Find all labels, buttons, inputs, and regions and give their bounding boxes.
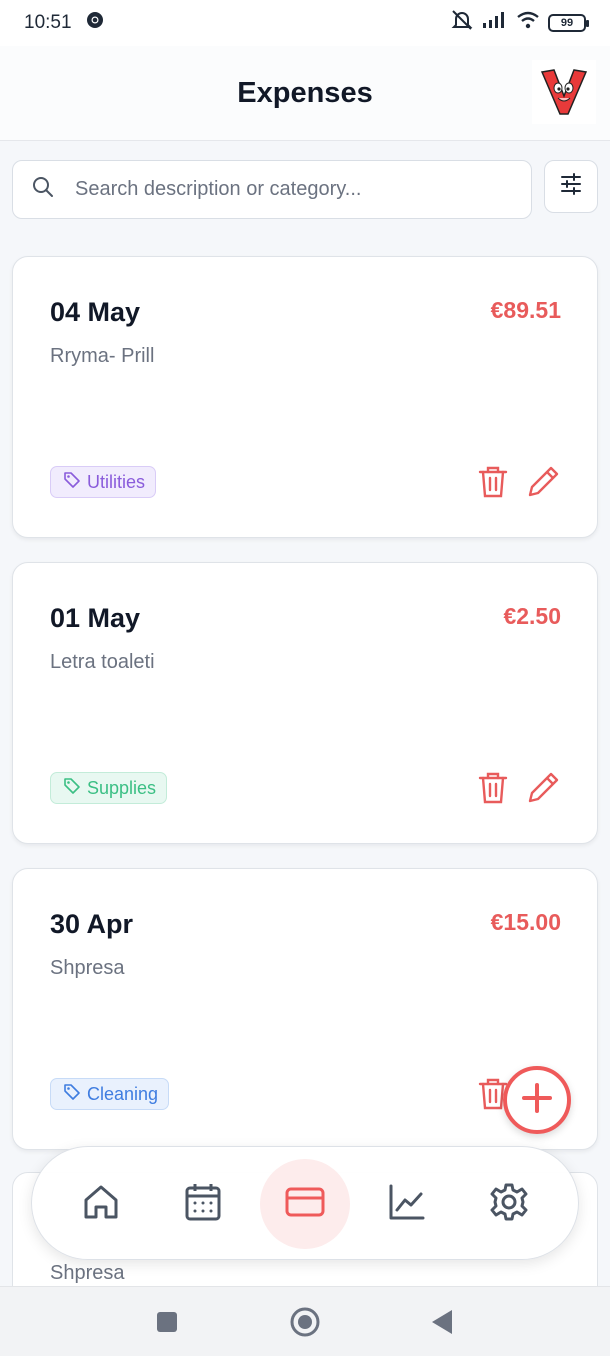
expense-description: Shpresa xyxy=(50,957,125,979)
card-icon xyxy=(285,1187,325,1222)
chart-icon xyxy=(388,1183,426,1226)
category-label: Utilities xyxy=(87,471,146,492)
nav-expenses[interactable] xyxy=(260,1159,350,1249)
mute-icon xyxy=(450,9,474,37)
pencil-icon[interactable] xyxy=(525,464,561,500)
search-box[interactable] xyxy=(12,160,532,219)
trash-icon[interactable] xyxy=(475,464,511,500)
tag-icon xyxy=(63,471,81,494)
expense-card[interactable]: 01 May Letra toaleti €2.50 Supplies xyxy=(12,562,598,844)
home-icon xyxy=(82,1183,120,1226)
plus-icon xyxy=(520,1081,554,1120)
tag-icon xyxy=(63,1083,81,1106)
tag-icon xyxy=(63,777,81,800)
trash-icon[interactable] xyxy=(475,770,511,806)
category-label: Cleaning xyxy=(87,1083,159,1104)
expense-date: 01 May xyxy=(50,603,141,633)
nav-settings[interactable] xyxy=(464,1159,554,1249)
status-time: 10:51 xyxy=(24,12,72,33)
search-input[interactable] xyxy=(75,178,495,201)
expense-card[interactable]: 04 May Rryma- Prill €89.51 Utilities xyxy=(12,256,598,538)
bottom-navigation xyxy=(31,1146,579,1260)
page-title: Expenses xyxy=(237,76,373,109)
app-logo[interactable] xyxy=(532,60,596,124)
sliders-icon xyxy=(559,172,583,201)
add-expense-button[interactable] xyxy=(503,1066,571,1134)
expense-date: 04 May xyxy=(50,297,141,327)
calendar-icon xyxy=(184,1182,222,1227)
filter-button[interactable] xyxy=(544,160,598,213)
category-tag: Utilities xyxy=(50,466,157,498)
home-button[interactable] xyxy=(289,1306,321,1343)
battery-indicator: 99 xyxy=(548,14,589,32)
nav-home[interactable] xyxy=(56,1159,146,1249)
status-bar: 10:51 99 xyxy=(0,0,610,46)
category-tag: Supplies xyxy=(50,772,168,804)
expense-description: Letra toaleti xyxy=(50,651,155,673)
signal-icon xyxy=(482,11,508,35)
chrome-icon xyxy=(86,11,104,35)
nav-calendar[interactable] xyxy=(158,1159,248,1249)
expense-amount: €15.00 xyxy=(490,909,561,935)
settings-icon xyxy=(489,1182,529,1227)
category-label: Supplies xyxy=(87,777,157,798)
pencil-icon[interactable] xyxy=(525,770,561,806)
expense-description: Rryma- Prill xyxy=(50,345,155,367)
expense-description: Shpresa xyxy=(50,1262,125,1284)
expense-amount: €89.51 xyxy=(490,297,561,323)
category-tag: Cleaning xyxy=(50,1078,170,1110)
back-button[interactable] xyxy=(430,1309,454,1340)
system-navigation-bar xyxy=(0,1286,610,1356)
wifi-icon xyxy=(516,11,540,35)
expense-date: 30 Apr xyxy=(50,909,134,939)
expense-amount: €2.50 xyxy=(503,603,561,629)
nav-reports[interactable] xyxy=(362,1159,452,1249)
search-icon xyxy=(31,175,55,204)
recents-button[interactable] xyxy=(156,1311,178,1338)
app-header: Expenses xyxy=(0,46,610,141)
